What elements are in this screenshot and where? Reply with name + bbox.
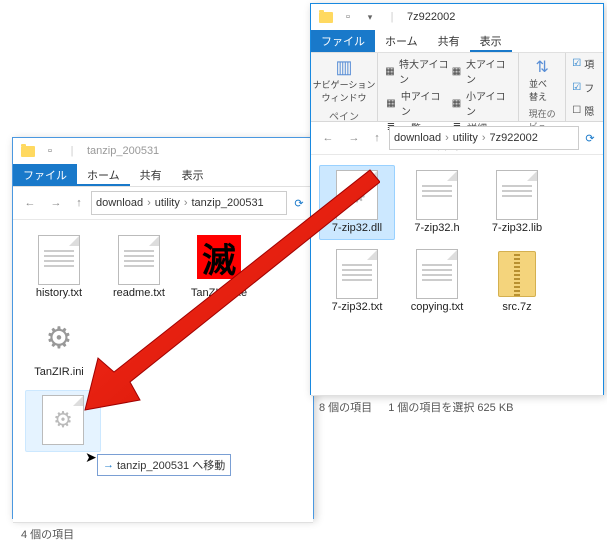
address-input[interactable]: download› utility› 7z922002 <box>389 126 579 150</box>
tab-home[interactable]: ホーム <box>77 164 130 186</box>
breadcrumb-seg[interactable]: 7z922002 <box>490 132 538 144</box>
status-selection: 1 個の項目を選択 625 KB <box>388 399 513 415</box>
mouse-cursor-icon: ➤ <box>85 449 97 466</box>
tab-file[interactable]: ファイル <box>13 164 77 186</box>
ini-file-icon: ⚙ <box>35 314 83 362</box>
tab-view[interactable]: 表示 <box>470 30 512 52</box>
text-file-icon <box>336 249 378 299</box>
refresh-button[interactable]: ⟳ <box>583 127 597 149</box>
explorer-window-front: ▫ ▾ | 7z922002 ファイル ホーム 共有 表示 ▥ ナビゲーション … <box>310 3 604 395</box>
nav-back-button[interactable]: ← <box>317 127 339 149</box>
tab-share[interactable]: 共有 <box>130 164 172 186</box>
tab-view[interactable]: 表示 <box>172 164 214 186</box>
qat-icon[interactable]: ▫ <box>39 140 61 162</box>
view-l-button[interactable]: ▦大アイコン <box>450 55 512 87</box>
menu-bar: ファイル ホーム 共有 表示 <box>13 164 313 187</box>
view-s-button[interactable]: ▦小アイコン <box>450 87 512 119</box>
file-list[interactable]: history.txt readme.txt 滅 TanZIR.exe ⚙ Ta… <box>13 220 313 522</box>
nav-forward-button[interactable]: → <box>343 127 365 149</box>
qat-chevron-icon[interactable]: ▾ <box>359 6 381 28</box>
option-check[interactable]: ☑項 <box>572 55 597 72</box>
nav-up-button[interactable]: ↑ <box>369 127 385 149</box>
sort-button[interactable]: ⇅ 並べ替え <box>525 55 559 105</box>
nav-up-button[interactable]: ↑ <box>71 192 87 214</box>
drag-ghost-item: ⚙ <box>25 390 101 452</box>
nav-back-button[interactable]: ← <box>19 192 41 214</box>
file-item[interactable]: 7-zip32.h <box>399 165 475 240</box>
file-item[interactable]: copying.txt <box>399 244 475 319</box>
ribbon: ▥ ナビゲーション ウィンドウ ペイン ▦特大アイコン ▦大アイコン ▦中アイコ… <box>311 53 603 122</box>
dll-file-icon: ⚙ <box>42 395 84 445</box>
file-item[interactable]: src.7z <box>479 244 555 319</box>
title-bar[interactable]: ▫ ▾ | 7z922002 <box>311 4 603 30</box>
status-count: 4 個の項目 <box>21 526 74 542</box>
file-item[interactable]: readme.txt <box>101 230 177 305</box>
nav-forward-button[interactable]: → <box>45 192 67 214</box>
view-m-button[interactable]: ▦中アイコン <box>384 87 450 119</box>
address-input[interactable]: download› utility› tanzip_200531 <box>91 191 287 215</box>
sort-icon: ⇅ <box>535 57 548 77</box>
folder-icon <box>315 6 337 28</box>
move-arrow-icon: → <box>103 459 114 471</box>
text-file-icon <box>416 249 458 299</box>
archive-file-icon <box>498 251 536 297</box>
drag-tooltip: → tanzip_200531 へ移動 <box>97 454 231 476</box>
qat-divider: | <box>381 6 403 28</box>
tab-file[interactable]: ファイル <box>311 30 375 52</box>
breadcrumb-seg[interactable]: download <box>96 197 143 209</box>
title-bar[interactable]: ▫ | tanzip_200531 <box>13 138 313 164</box>
qat-divider: | <box>61 140 83 162</box>
option-check[interactable]: ☑フ <box>572 79 597 96</box>
view-xl-button[interactable]: ▦特大アイコン <box>384 55 450 87</box>
breadcrumb-seg[interactable]: utility <box>155 197 180 209</box>
dll-file-icon: ⚙ <box>336 170 378 220</box>
file-item[interactable]: ⚙ 7-zip32.dll <box>319 165 395 240</box>
tab-share[interactable]: 共有 <box>428 30 470 52</box>
text-file-icon <box>118 235 160 285</box>
file-item[interactable]: 7-zip32.lib <box>479 165 555 240</box>
nav-pane-button[interactable]: ▥ ナビゲーション ウィンドウ <box>317 55 371 106</box>
pane-icon: ▥ <box>335 57 352 78</box>
file-item[interactable]: ⚙ TanZIR.ini <box>21 309 97 384</box>
tab-home[interactable]: ホーム <box>375 30 428 52</box>
window-title: tanzip_200531 <box>87 145 159 157</box>
text-file-icon <box>38 235 80 285</box>
option-check[interactable]: ☐隠 <box>572 102 597 119</box>
file-item[interactable]: 滅 TanZIR.exe <box>181 230 257 305</box>
status-bar: 8 個の項目 1 個の項目を選択 625 KB <box>311 395 603 418</box>
header-file-icon <box>416 170 458 220</box>
breadcrumb-seg[interactable]: tanzip_200531 <box>192 197 264 209</box>
breadcrumb-seg[interactable]: download <box>394 132 441 144</box>
file-item[interactable]: history.txt <box>21 230 97 305</box>
lib-file-icon <box>496 170 538 220</box>
address-bar: ← → ↑ download› utility› tanzip_200531 ⟳ <box>13 187 313 220</box>
breadcrumb-seg[interactable]: utility <box>453 132 478 144</box>
app-exe-icon: 滅 <box>197 235 241 279</box>
menu-bar: ファイル ホーム 共有 表示 <box>311 30 603 53</box>
folder-icon <box>17 140 39 162</box>
file-list[interactable]: ⚙ 7-zip32.dll 7-zip32.h 7-zip32.lib 7-zi… <box>311 155 603 395</box>
status-bar: 4 個の項目 <box>13 522 313 545</box>
status-count: 8 個の項目 <box>319 399 372 415</box>
file-item[interactable]: 7-zip32.txt <box>319 244 395 319</box>
window-title: 7z922002 <box>407 11 455 23</box>
refresh-button[interactable]: ⟳ <box>291 192 307 214</box>
qat-icon[interactable]: ▫ <box>337 6 359 28</box>
